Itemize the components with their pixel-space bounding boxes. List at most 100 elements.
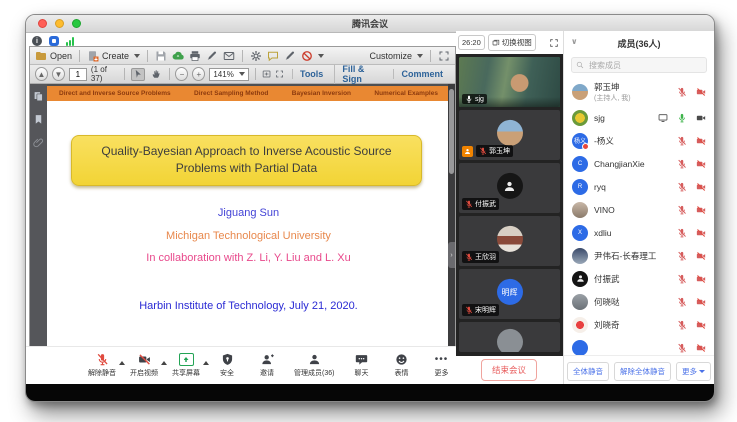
print-icon[interactable] xyxy=(189,50,201,62)
mic-muted-icon[interactable] xyxy=(677,343,687,353)
video-tile[interactable] xyxy=(459,322,560,352)
gear-icon[interactable] xyxy=(250,50,262,62)
video-tile[interactable]: 明辉 宋明辉 xyxy=(459,269,560,319)
mute-all-button[interactable]: 全体静音 xyxy=(567,362,609,381)
mic-muted-icon[interactable] xyxy=(677,228,687,238)
video-tile[interactable]: 付振武 xyxy=(459,163,560,213)
camera-on-icon[interactable] xyxy=(696,113,706,123)
zoom-level-select[interactable]: 141% xyxy=(209,68,248,81)
attachments-icon[interactable] xyxy=(33,137,44,148)
camera-off-icon[interactable] xyxy=(696,159,706,169)
video-tile[interactable]: 王欣羽 xyxy=(459,216,560,266)
chat-button[interactable]: 聊天 xyxy=(348,353,374,378)
info-icon[interactable]: i xyxy=(32,36,42,46)
mic-muted-icon[interactable] xyxy=(677,159,687,169)
hand-tool-button[interactable] xyxy=(149,68,163,81)
highlight-icon[interactable] xyxy=(284,50,296,62)
next-page-button[interactable]: ▼ xyxy=(52,67,65,81)
open-button[interactable]: Open xyxy=(35,50,72,62)
screen-share-icon[interactable] xyxy=(658,113,668,123)
member-row[interactable]: VINO xyxy=(564,198,714,221)
cloud-upload-icon[interactable] xyxy=(172,50,184,62)
camera-off-icon[interactable] xyxy=(696,87,706,97)
marquee-zoom-icon[interactable] xyxy=(262,69,271,79)
chevron-up-icon[interactable] xyxy=(203,361,209,365)
emoji-button[interactable]: 表情 xyxy=(388,353,414,378)
member-row[interactable] xyxy=(564,336,714,356)
unmute-all-button[interactable]: 解除全体静音 xyxy=(614,362,671,381)
member-row[interactable]: 郭玉坤 (主持人, 我) xyxy=(564,77,714,106)
camera-off-icon[interactable] xyxy=(696,251,706,261)
camera-off-icon[interactable] xyxy=(696,205,706,215)
collapse-panel-icon[interactable]: ∨ xyxy=(571,38,579,46)
member-row[interactable]: 杨义 -杨义 xyxy=(564,129,714,152)
mic-muted-icon[interactable] xyxy=(677,297,687,307)
page-thumbnails-icon[interactable] xyxy=(33,91,44,102)
more-button[interactable]: ••• 更多 xyxy=(428,353,454,378)
video-tile[interactable]: 郭玉坤 xyxy=(459,110,560,160)
previous-page-button[interactable]: ▲ xyxy=(35,67,48,81)
mic-on-icon[interactable] xyxy=(677,113,687,123)
mic-muted-icon[interactable] xyxy=(677,274,687,284)
page-number-input[interactable] xyxy=(69,68,87,81)
bookmarks-icon[interactable] xyxy=(33,114,44,125)
vertical-scrollbar[interactable] xyxy=(448,84,455,348)
member-row[interactable]: 尹伟石-长春理工 xyxy=(564,244,714,267)
end-meeting-button[interactable]: 结束会议 xyxy=(481,359,537,381)
mic-muted-icon[interactable] xyxy=(677,205,687,215)
chevron-up-icon[interactable] xyxy=(161,361,167,365)
panel-pull-tab[interactable]: › xyxy=(448,242,455,268)
member-row[interactable]: 付振武 xyxy=(564,267,714,290)
camera-off-icon[interactable] xyxy=(696,297,706,307)
mic-muted-icon[interactable] xyxy=(677,251,687,261)
member-row[interactable]: X xdliu xyxy=(564,221,714,244)
camera-off-icon[interactable] xyxy=(696,228,706,238)
manage-members-button[interactable]: 管理成员(36) xyxy=(294,353,334,378)
member-row[interactable]: 何晓哒 xyxy=(564,290,714,313)
mic-muted-icon[interactable] xyxy=(677,182,687,192)
audio-device-icon[interactable] xyxy=(49,36,59,46)
camera-off-icon[interactable] xyxy=(696,136,706,146)
member-row[interactable]: C ChangjianXie xyxy=(564,152,714,175)
member-row[interactable]: 刘晓奇 xyxy=(564,313,714,336)
tools-panel-button[interactable]: Tools xyxy=(292,69,330,79)
mic-muted-icon[interactable] xyxy=(677,320,687,330)
email-icon[interactable] xyxy=(223,50,235,62)
member-row[interactable]: R ryq xyxy=(564,175,714,198)
fullscreen-icon[interactable] xyxy=(549,38,559,48)
search-input[interactable] xyxy=(587,60,702,71)
camera-off-icon[interactable] xyxy=(696,343,706,353)
comment-panel-button[interactable]: Comment xyxy=(393,69,450,79)
scrollbar-thumb[interactable] xyxy=(449,89,454,174)
send-restrict-button[interactable] xyxy=(301,50,324,62)
fit-page-icon[interactable] xyxy=(275,69,284,79)
resize-toolbar-icon[interactable] xyxy=(438,50,450,62)
security-button[interactable]: 安全 xyxy=(214,353,240,378)
unmute-button[interactable]: 解除静音 xyxy=(88,353,116,378)
camera-off-icon[interactable] xyxy=(696,320,706,330)
member-name: xdliu xyxy=(594,228,611,238)
select-tool-button[interactable] xyxy=(131,68,145,81)
zoom-in-button[interactable]: + xyxy=(192,67,205,81)
more-members-actions-button[interactable]: 更多 xyxy=(676,362,711,381)
customize-button[interactable]: Customize xyxy=(369,51,423,61)
camera-off-icon[interactable] xyxy=(696,182,706,192)
fill-sign-panel-button[interactable]: Fill & Sign xyxy=(334,64,389,84)
share-screen-label: 共享屏幕 xyxy=(172,368,200,378)
create-button[interactable]: Create xyxy=(87,50,140,62)
start-video-button[interactable]: 开启视频 xyxy=(130,353,158,378)
switch-view-button[interactable]: 切换视图 xyxy=(488,34,536,51)
invite-button[interactable]: 邀请 xyxy=(254,353,280,378)
comment-bubble-icon[interactable] xyxy=(267,50,279,62)
chevron-up-icon[interactable] xyxy=(119,361,125,365)
zoom-out-button[interactable]: − xyxy=(175,67,188,81)
mic-muted-icon[interactable] xyxy=(677,87,687,97)
camera-off-icon[interactable] xyxy=(696,274,706,284)
member-row[interactable]: sjg xyxy=(564,106,714,129)
share-screen-button[interactable]: 共享屏幕 xyxy=(172,353,200,378)
video-tile[interactable]: sjg xyxy=(459,57,560,107)
save-icon[interactable] xyxy=(155,50,167,62)
member-search-box[interactable] xyxy=(571,57,707,73)
mic-muted-icon[interactable] xyxy=(677,136,687,146)
sign-pen-icon[interactable] xyxy=(206,50,218,62)
